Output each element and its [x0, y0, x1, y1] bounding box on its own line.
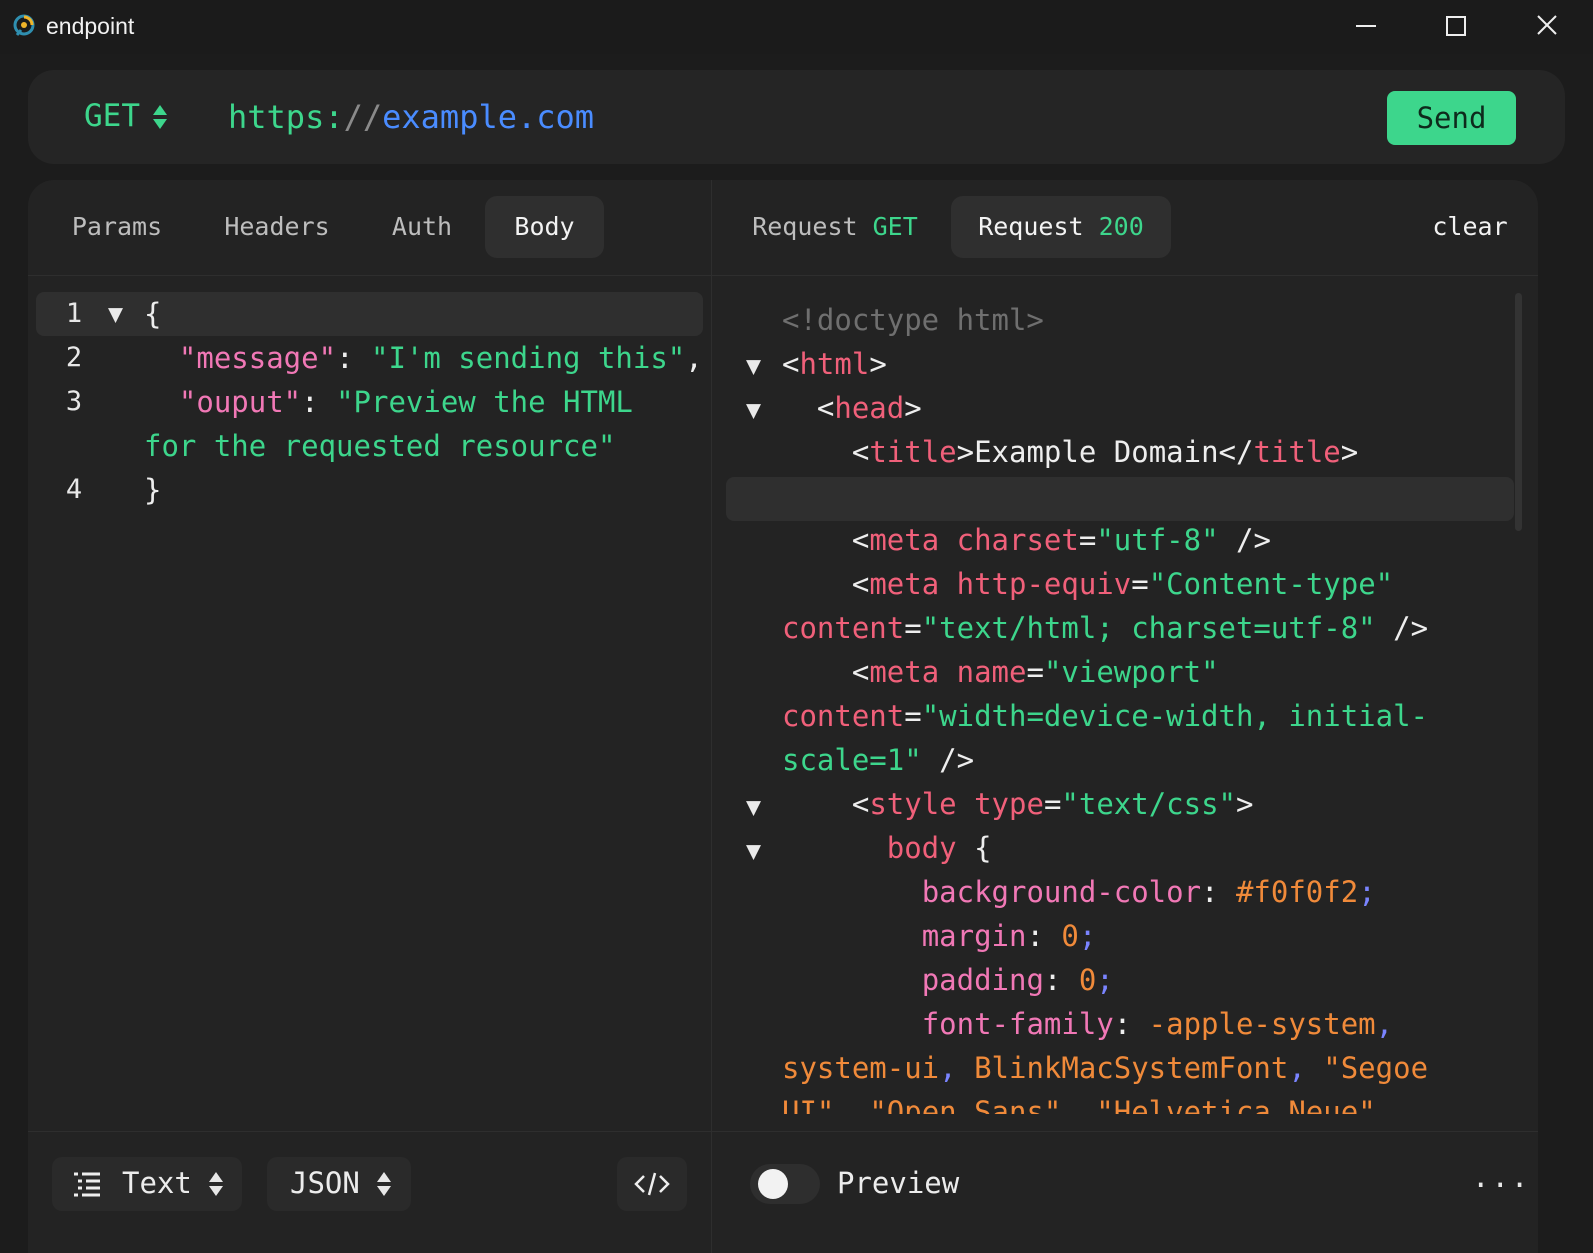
- code-token: "Helvetica Neue": [1096, 1095, 1376, 1114]
- minimize-icon[interactable]: [1343, 10, 1389, 44]
- code-token: charset: [956, 523, 1079, 557]
- code-token: meta: [869, 655, 940, 689]
- tab-response-status: 200: [1098, 212, 1144, 241]
- code-token: ,: [685, 341, 703, 375]
- tab-auth[interactable]: Auth: [378, 196, 466, 258]
- code-token: "Preview the HTML: [336, 385, 633, 419]
- preview-label: Preview: [837, 1166, 960, 1200]
- code-token: "I'm sending this": [370, 341, 686, 375]
- url-scheme: https:: [228, 98, 344, 136]
- url-separator: //: [343, 98, 383, 136]
- code-icon: [634, 1170, 670, 1202]
- panel-divider[interactable]: [711, 180, 712, 1253]
- code-token: meta: [869, 523, 940, 557]
- code-token: head: [834, 391, 905, 425]
- code-token: system-ui: [782, 1051, 940, 1085]
- code-token: background-color: [921, 875, 1202, 909]
- tab-headers[interactable]: Headers: [212, 196, 342, 258]
- url-host: example.com: [382, 98, 595, 136]
- code-token: BlinkMacSystemFont: [974, 1051, 1289, 1085]
- code-token: "text/html; charset=utf-8": [921, 611, 1376, 645]
- list-format-icon: [72, 1171, 102, 1203]
- tab-response[interactable]: Request 200: [951, 196, 1171, 258]
- code-token: title: [1253, 435, 1341, 469]
- code-token: Example Domain: [974, 435, 1219, 469]
- line-number: 1: [65, 298, 83, 329]
- code-token: "Content-type": [1148, 567, 1394, 601]
- tab-body[interactable]: Body: [485, 196, 604, 258]
- code-token: {: [144, 297, 162, 331]
- code-token: "message": [178, 341, 337, 375]
- clear-button[interactable]: clear: [1420, 196, 1520, 258]
- code-token: 0: [1061, 919, 1079, 953]
- code-token: -apple-system: [1148, 1007, 1376, 1041]
- code-token: padding: [921, 963, 1044, 997]
- code-token: content: [782, 611, 905, 645]
- code-token: "width=device-width, initial-: [921, 699, 1429, 733]
- tab-response-label: Request: [978, 212, 1084, 241]
- response-scrollbar[interactable]: [1515, 293, 1522, 531]
- close-icon[interactable]: [1524, 10, 1570, 44]
- code-token: meta: [869, 567, 940, 601]
- code-token: "utf-8": [1096, 523, 1219, 557]
- tab-request[interactable]: Request GET: [740, 196, 930, 258]
- code-token: font-family: [921, 1007, 1114, 1041]
- url-input[interactable]: https://example.com: [228, 98, 594, 136]
- updown-arrows-icon: [208, 1171, 224, 1201]
- endpoint-logo-icon: [12, 13, 36, 39]
- code-token: #f0f0f2: [1235, 875, 1359, 909]
- footer-divider: [28, 1131, 1538, 1132]
- code-token: type: [974, 787, 1044, 821]
- line-number: 3: [65, 386, 83, 417]
- code-token: :: [336, 341, 371, 375]
- send-button[interactable]: Send: [1387, 91, 1516, 145]
- app-title: endpoint: [46, 13, 135, 39]
- tab-params[interactable]: Params: [57, 196, 177, 258]
- preview-toggle-knob: [758, 1169, 788, 1199]
- tabs-divider: [28, 275, 1538, 276]
- code-token: name: [956, 655, 1027, 689]
- code-token: <!doctype html>: [782, 303, 1044, 337]
- code-token: "ouput": [178, 385, 302, 419]
- line-number: 4: [65, 474, 83, 505]
- response-viewer[interactable]: <!doctype html> <html> <head> <title>Exa…: [714, 298, 1514, 1114]
- code-token: margin: [921, 919, 1027, 953]
- maximize-icon[interactable]: [1433, 10, 1479, 44]
- code-token: scale=1": [782, 743, 922, 777]
- updown-arrows-icon[interactable]: [152, 104, 168, 134]
- code-token: 0: [1078, 963, 1097, 997]
- more-options-button[interactable]: ...: [1472, 1160, 1530, 1194]
- body-editor[interactable]: { "message": "I'm sending this", "ouput"…: [144, 292, 703, 512]
- code-token: "Open Sans": [869, 1095, 1062, 1114]
- code-token: :: [301, 385, 337, 419]
- code-token: for the requested resource": [144, 429, 616, 463]
- format-label: Text: [122, 1166, 192, 1200]
- method-select[interactable]: GET: [84, 98, 140, 134]
- tab-request-method: GET: [872, 212, 918, 241]
- code-token: http-equiv: [956, 567, 1132, 601]
- line-number: 2: [65, 342, 83, 373]
- code-token: title: [869, 435, 957, 469]
- updown-arrows-icon: [376, 1171, 392, 1201]
- code-token: html: [799, 347, 870, 381]
- fold-arrow-icon[interactable]: ▼: [108, 292, 123, 336]
- code-token: "viewport": [1043, 655, 1219, 689]
- code-token: }: [144, 473, 162, 507]
- language-label: JSON: [290, 1166, 360, 1200]
- code-token: "text/css": [1061, 787, 1237, 821]
- code-token: content: [782, 699, 905, 733]
- code-token: style: [869, 787, 957, 821]
- code-token: UI": [782, 1095, 835, 1114]
- tab-request-label: Request: [752, 212, 858, 241]
- code-token: "Segoe: [1323, 1051, 1429, 1085]
- code-token: body: [886, 831, 957, 865]
